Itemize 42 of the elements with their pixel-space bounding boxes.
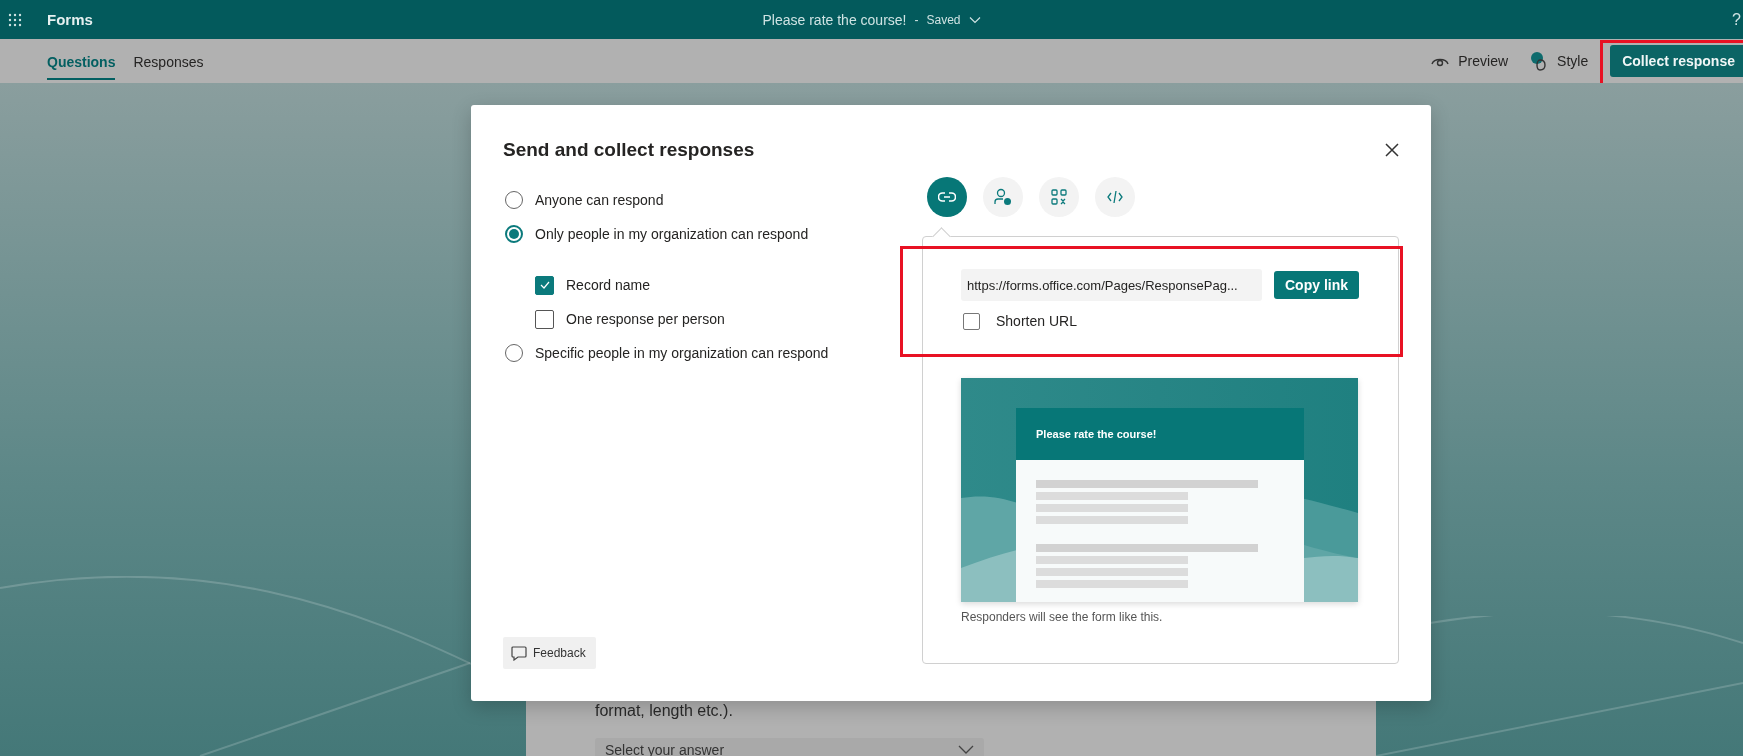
code-icon (1107, 190, 1123, 204)
collect-responses-button[interactable]: Collect response (1610, 45, 1743, 77)
checkbox-label: Shorten URL (996, 313, 1077, 329)
tab[interactable]: Questions (47, 45, 116, 80)
help-button[interactable]: ? (1732, 10, 1741, 29)
save-status: Saved (926, 12, 961, 27)
separator: - (914, 12, 919, 27)
person-icon (994, 188, 1012, 206)
comment-icon (511, 645, 527, 661)
preview-form-title: Please rate the course! (1036, 428, 1157, 440)
link-icon (938, 191, 956, 203)
embed-button[interactable] (1095, 177, 1135, 217)
invite-button[interactable] (983, 177, 1023, 217)
form-title: Please rate the course! (762, 11, 907, 28)
app-name[interactable]: Forms (47, 11, 93, 28)
radio-label: Only people in my organization can respond (535, 226, 809, 242)
preview-button[interactable]: Preview (1431, 39, 1509, 83)
feedback-button[interactable]: Feedback (503, 637, 596, 669)
checkbox-label: Record name (566, 277, 651, 293)
app-launcher-icon[interactable] (8, 12, 22, 27)
checkbox[interactable] (535, 275, 554, 295)
dialog-title: Send and collect responses (503, 139, 755, 161)
checkbox[interactable] (963, 312, 980, 330)
check-icon (539, 281, 550, 289)
qr-code-button[interactable] (1039, 177, 1079, 217)
checkbox[interactable] (535, 309, 554, 329)
radio-label: Anyone can respond (535, 192, 664, 208)
question-text: format, length etc.). (595, 701, 734, 721)
radio-label: Specific people in my organization can respond (535, 345, 829, 361)
palette-icon (1530, 51, 1549, 71)
chevron-down-icon (958, 745, 974, 754)
style-button[interactable]: Style (1530, 39, 1589, 83)
preview-caption: Responders will see the form like this. (961, 610, 1164, 624)
link-button[interactable] (927, 177, 967, 217)
tab[interactable]: Responses (133, 45, 204, 80)
link-field[interactable]: https://forms.office.com/Pages/ResponsePag... (961, 269, 1262, 301)
close-icon[interactable] (1385, 143, 1399, 157)
radio-button[interactable] (505, 225, 523, 243)
chevron-down-icon[interactable] (968, 15, 981, 24)
qr-code-icon (1051, 189, 1067, 205)
checkbox-label: One response per person (566, 311, 725, 327)
copy-link-button[interactable]: Copy link (1274, 271, 1359, 299)
